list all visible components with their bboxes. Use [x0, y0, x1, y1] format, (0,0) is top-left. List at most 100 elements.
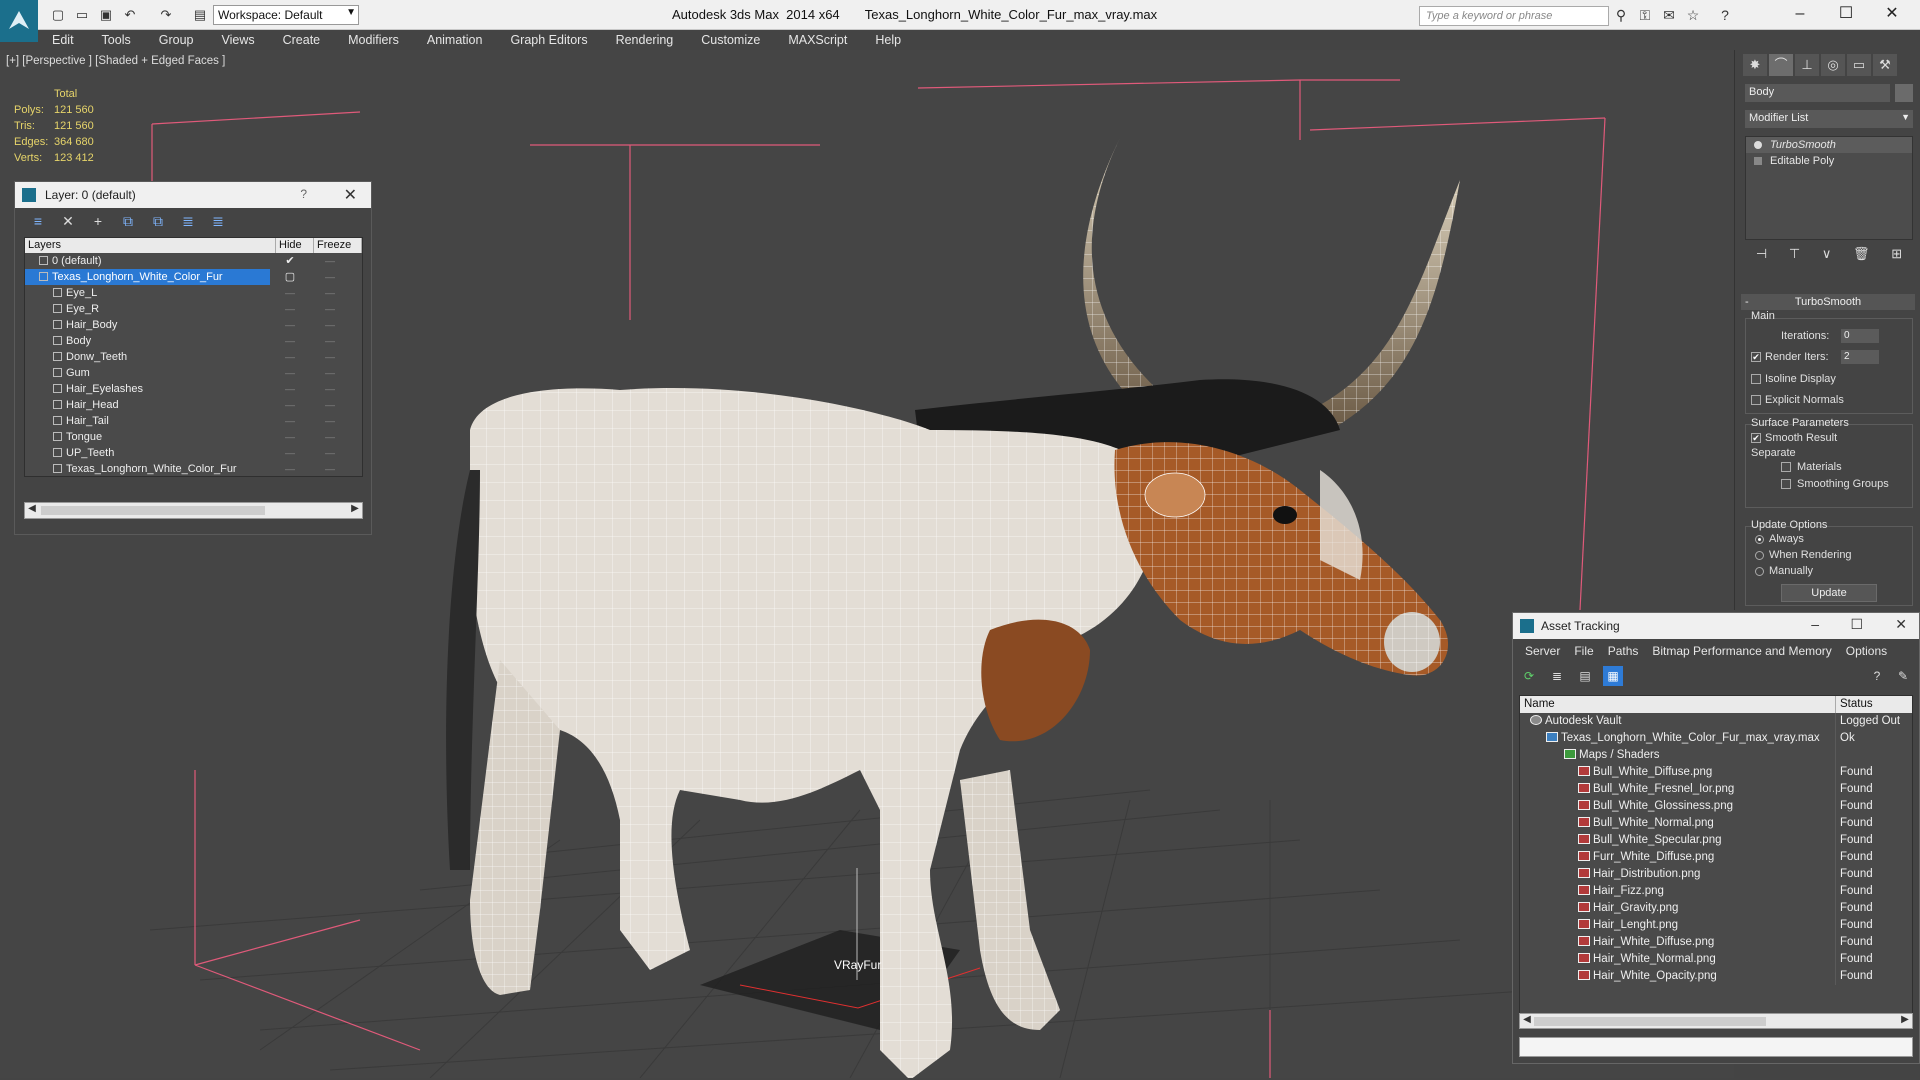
asset-row[interactable]: Furr_White_Diffuse.png Found	[1520, 849, 1912, 866]
search-input[interactable]: Type a keyword or phrase	[1419, 6, 1609, 26]
column-freeze[interactable]: Freeze	[314, 238, 362, 253]
hide-toggle[interactable]: ––	[270, 413, 310, 429]
add-to-layer-icon[interactable]: +	[89, 212, 107, 230]
hide-toggle[interactable]: ––	[270, 349, 310, 365]
thumbnail-view-icon[interactable]: ▤	[1575, 666, 1595, 686]
scroll-left-icon[interactable]: ◀	[25, 503, 39, 514]
list-view-icon[interactable]: ≣	[1547, 666, 1567, 686]
maximize-icon[interactable]: ☐	[1850, 616, 1863, 633]
update-button[interactable]: Update	[1781, 584, 1877, 602]
layer-row[interactable]: Texas_Longhorn_White_Color_Fur ▢ ––	[25, 269, 362, 285]
asset-menu-server[interactable]: Server	[1518, 644, 1567, 658]
hide-toggle[interactable]: ▢	[270, 269, 310, 285]
hide-toggle[interactable]: ––	[270, 381, 310, 397]
iterations-spinner[interactable]: 0	[1841, 329, 1879, 343]
menu-rendering[interactable]: Rendering	[602, 30, 688, 50]
column-name[interactable]: Name	[1520, 696, 1836, 713]
show-end-result-icon[interactable]: ⊤	[1789, 246, 1800, 262]
asset-row[interactable]: Bull_White_Diffuse.png Found	[1520, 764, 1912, 781]
make-unique-icon[interactable]: ∨	[1822, 246, 1832, 262]
maximize-icon[interactable]: ☐	[1823, 0, 1869, 30]
freeze-toggle[interactable]: ––	[310, 445, 350, 461]
smooth-result-checkbox[interactable]: ✔	[1751, 433, 1761, 443]
asset-row[interactable]: Autodesk Vault Logged Out	[1520, 713, 1912, 730]
freeze-toggle[interactable]: ––	[310, 333, 350, 349]
utilities-tab-icon[interactable]: ⚒	[1873, 54, 1897, 76]
hide-toggle[interactable]: ––	[270, 333, 310, 349]
freeze-toggle[interactable]: ––	[310, 349, 350, 365]
new-file-icon[interactable]: ▢	[50, 7, 66, 23]
minimize-icon[interactable]: –	[1811, 616, 1819, 632]
asset-row[interactable]: Hair_White_Diffuse.png Found	[1520, 934, 1912, 951]
layer-row[interactable]: Hair_Body –– ––	[25, 317, 362, 333]
always-radio[interactable]	[1755, 535, 1764, 544]
column-status[interactable]: Status	[1836, 696, 1912, 713]
hide-toggle[interactable]: ––	[270, 429, 310, 445]
object-name-field[interactable]: Body	[1745, 84, 1890, 102]
manually-radio[interactable]	[1755, 567, 1764, 576]
menu-help[interactable]: Help	[861, 30, 915, 50]
save-icon[interactable]: ▣	[98, 7, 114, 23]
undo-icon[interactable]: ↶	[122, 7, 138, 23]
menu-edit[interactable]: Edit	[38, 30, 88, 50]
highlight-layer-icon[interactable]: ⧉	[149, 212, 167, 230]
horizontal-scrollbar[interactable]: ◀ ▶	[1519, 1013, 1913, 1029]
smoothing-groups-checkbox[interactable]	[1781, 479, 1791, 489]
new-layer-icon[interactable]: ≡	[29, 212, 47, 230]
close-icon[interactable]: ✕	[344, 185, 357, 205]
layer-row[interactable]: Hair_Eyelashes –– ––	[25, 381, 362, 397]
freeze-toggle[interactable]: ––	[310, 461, 350, 477]
active-layer-check-icon[interactable]: ✔	[270, 253, 310, 269]
display-tab-icon[interactable]: ▭	[1847, 54, 1871, 76]
lightbulb-icon[interactable]	[1754, 141, 1762, 149]
hide-toggle[interactable]: ––	[270, 317, 310, 333]
menu-group[interactable]: Group	[145, 30, 208, 50]
freeze-toggle[interactable]: ––	[310, 381, 350, 397]
workspace-dropdown[interactable]: Workspace: Default ▼	[213, 5, 359, 25]
redo-icon[interactable]: ↷	[158, 7, 174, 23]
when-rendering-radio[interactable]	[1755, 551, 1764, 560]
scroll-right-icon[interactable]: ▶	[348, 503, 362, 514]
layer-row[interactable]: Eye_R –– ––	[25, 301, 362, 317]
menu-maxscript[interactable]: MAXScript	[774, 30, 861, 50]
asset-menu-file[interactable]: File	[1567, 644, 1600, 658]
hide-all-icon[interactable]: ≣	[179, 212, 197, 230]
menu-graph-editors[interactable]: Graph Editors	[496, 30, 601, 50]
favorites-star-icon[interactable]: ☆	[1684, 7, 1702, 23]
layer-row[interactable]: Hair_Tail –– ––	[25, 413, 362, 429]
asset-row[interactable]: Bull_White_Fresnel_Ior.png Found	[1520, 781, 1912, 798]
hide-toggle[interactable]: ––	[270, 445, 310, 461]
freeze-toggle[interactable]: ––	[310, 317, 350, 333]
scroll-right-icon[interactable]: ▶	[1898, 1014, 1912, 1025]
freeze-toggle[interactable]: ––	[310, 301, 350, 317]
layer-row[interactable]: Body –– ––	[25, 333, 362, 349]
asset-row[interactable]: Maps / Shaders	[1520, 747, 1912, 764]
hide-toggle[interactable]: ––	[270, 285, 310, 301]
asset-menu-paths[interactable]: Paths	[1601, 644, 1646, 658]
expand-icon[interactable]	[1754, 157, 1762, 165]
freeze-toggle[interactable]: ––	[310, 285, 350, 301]
app-logo-icon[interactable]	[0, 0, 38, 42]
minimize-icon[interactable]: –	[1777, 0, 1823, 30]
menu-customize[interactable]: Customize	[687, 30, 774, 50]
freeze-toggle[interactable]: ––	[310, 397, 350, 413]
hide-toggle[interactable]: ––	[270, 397, 310, 413]
column-hide[interactable]: Hide	[276, 238, 314, 253]
asset-menu-bitmap[interactable]: Bitmap Performance and Memory	[1645, 644, 1838, 658]
refresh-icon[interactable]: ⟳	[1519, 666, 1539, 686]
object-color-swatch[interactable]	[1895, 84, 1913, 102]
delete-layer-icon[interactable]: ✕	[59, 212, 77, 230]
select-in-layer-icon[interactable]: ⧉	[119, 212, 137, 230]
asset-menu-options[interactable]: Options	[1839, 644, 1894, 658]
asset-row[interactable]: Hair_Lenght.png Found	[1520, 917, 1912, 934]
communication-icon[interactable]: ✉	[1660, 7, 1678, 23]
menu-create[interactable]: Create	[269, 30, 335, 50]
stack-item-editable-poly[interactable]: Editable Poly	[1746, 153, 1912, 169]
viewport-label[interactable]: [+] [Perspective ] [Shaded + Edged Faces…	[6, 55, 225, 67]
table-view-icon[interactable]: ▦	[1603, 666, 1623, 686]
hierarchy-tab-icon[interactable]: ⊥	[1795, 54, 1819, 76]
menu-tools[interactable]: Tools	[88, 30, 145, 50]
open-file-icon[interactable]: ▭	[74, 7, 90, 23]
create-tab-icon[interactable]: ✸	[1743, 54, 1767, 76]
modifier-list-dropdown[interactable]: Modifier List ▼	[1745, 110, 1913, 128]
